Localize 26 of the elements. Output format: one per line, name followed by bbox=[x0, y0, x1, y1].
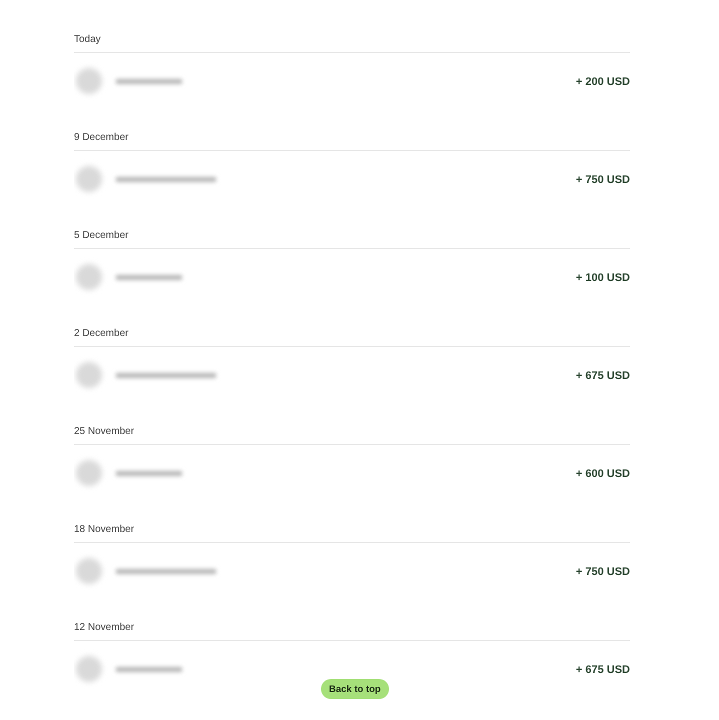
date-heading: 25 November bbox=[74, 422, 630, 445]
date-heading: 5 December bbox=[74, 226, 630, 249]
amount: + 675 USD bbox=[576, 369, 630, 384]
amount: + 750 USD bbox=[576, 173, 630, 188]
date-heading: 2 December bbox=[74, 324, 630, 347]
amount: + 100 USD bbox=[576, 271, 630, 286]
avatar bbox=[76, 362, 102, 388]
avatar bbox=[76, 460, 102, 486]
blurred-name bbox=[116, 667, 182, 672]
date-heading: Today bbox=[74, 30, 630, 53]
date-heading: 18 November bbox=[74, 520, 630, 543]
date-heading: 9 December bbox=[74, 128, 630, 151]
avatar bbox=[76, 264, 102, 290]
date-heading: 12 November bbox=[74, 618, 630, 641]
avatar bbox=[76, 166, 102, 192]
avatar bbox=[76, 68, 102, 94]
amount: + 200 USD bbox=[576, 75, 630, 90]
amount: + 750 USD bbox=[576, 565, 630, 580]
avatar bbox=[76, 558, 102, 584]
blurred-name bbox=[116, 275, 182, 280]
back-to-top-button[interactable]: Back to top bbox=[321, 679, 389, 699]
blurred-name bbox=[116, 471, 182, 476]
avatar bbox=[76, 656, 102, 682]
blurred-name bbox=[116, 79, 182, 84]
amount: + 600 USD bbox=[576, 467, 630, 482]
amount: + 675 USD bbox=[576, 663, 630, 678]
